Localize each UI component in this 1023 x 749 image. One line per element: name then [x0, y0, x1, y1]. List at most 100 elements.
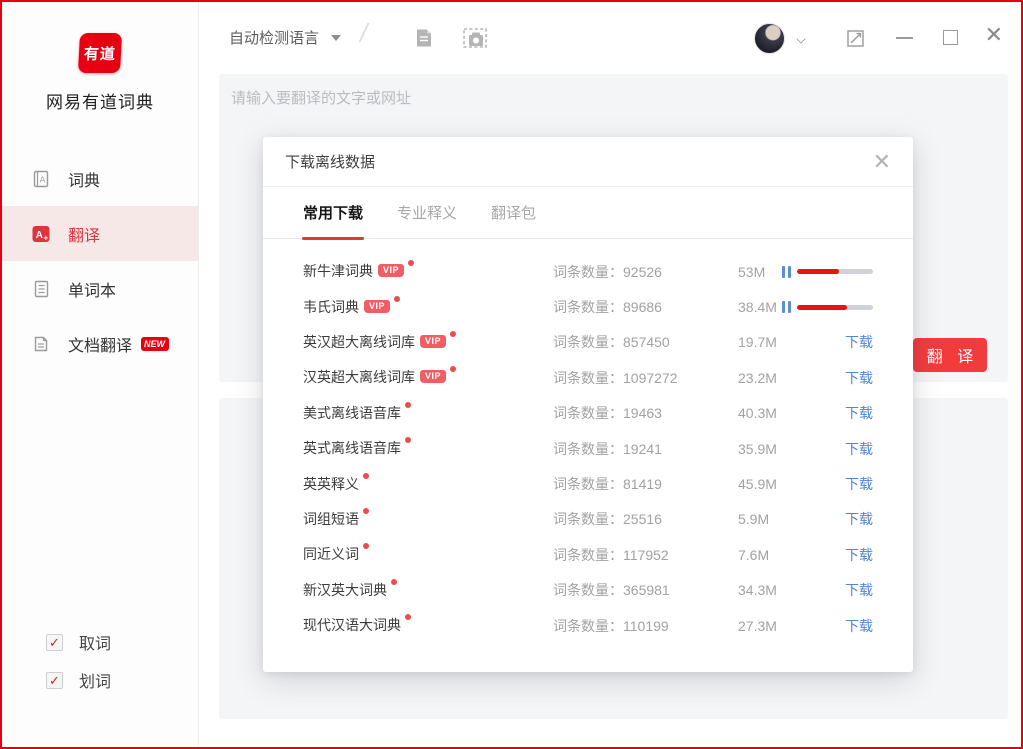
document-icon [412, 26, 436, 50]
translate-icon: A + [31, 224, 51, 244]
sidebar: 有道 网易有道词典 A 词典 A + 翻译 [2, 2, 199, 747]
item-size: 53M [738, 264, 782, 280]
item-name: 美式离线语音库 [303, 404, 401, 423]
sidebar-item-label: 翻译 [68, 222, 100, 246]
vip-badge: VIP [420, 335, 446, 348]
sidebar-item-label: 词典 [68, 167, 100, 191]
notification-dot [391, 579, 397, 585]
tab-translation-packages[interactable]: 翻译包 [491, 202, 536, 238]
sidebar-item-dictionary[interactable]: A 词典 [2, 151, 198, 206]
count-label: 词条数量： [553, 618, 623, 634]
item-size: 23.2M [738, 370, 845, 386]
list-item: 英汉超大离线词库 VIP 词条数量：857450 19.7M 下载 [303, 325, 873, 360]
count-label: 词条数量： [553, 370, 623, 386]
notification-dot [363, 543, 369, 549]
notification-dot [405, 402, 411, 408]
dialog-title: 下载离线数据 [285, 151, 375, 172]
count-value: 365981 [623, 582, 670, 598]
item-name: 韦氏词典 [303, 298, 359, 317]
language-selector[interactable]: 自动检测语言 [229, 27, 341, 48]
count-value: 857450 [623, 334, 670, 350]
sidebar-menu: A 词典 A + 翻译 单词本 [2, 151, 198, 371]
wordbook-icon [31, 279, 51, 299]
item-name: 新牛津词典 [303, 262, 373, 281]
dialog-close-icon[interactable]: ✕ [873, 151, 891, 173]
item-name: 新汉英大词典 [303, 581, 387, 600]
pause-icon[interactable] [782, 301, 791, 313]
item-size: 34.3M [738, 582, 845, 598]
item-name: 英英释义 [303, 475, 359, 494]
count-label: 词条数量： [553, 441, 623, 457]
pause-icon[interactable] [782, 266, 791, 278]
tab-professional-definitions[interactable]: 专业释义 [397, 202, 457, 238]
notification-dot [405, 437, 411, 443]
count-value: 81419 [623, 476, 662, 492]
word-select-checkbox[interactable]: ✓ [46, 672, 63, 689]
word-capture-checkbox[interactable]: ✓ [46, 634, 63, 651]
download-link[interactable]: 下载 [845, 580, 873, 600]
app-logo: 有道 [78, 33, 122, 73]
sidebar-item-wordbook[interactable]: 单词本 [2, 261, 198, 316]
download-link[interactable]: 下载 [845, 368, 873, 388]
dialog-header: 下载离线数据 ✕ [263, 137, 913, 187]
screenshot-icon [462, 26, 488, 50]
download-link[interactable]: 下载 [845, 474, 873, 494]
item-name: 英汉超大离线词库 [303, 333, 415, 352]
progress-bar [797, 269, 873, 274]
user-avatar[interactable] [754, 23, 785, 54]
svg-text:+: + [43, 233, 48, 242]
item-size: 19.7M [738, 334, 845, 350]
translate-button[interactable]: 翻 译 [913, 338, 987, 372]
vip-badge: VIP [420, 370, 446, 383]
download-offline-data-dialog: 下载离线数据 ✕ 常用下载 专业释义 翻译包 新牛津词典 VIP 词条数量：92… [263, 137, 913, 672]
item-size: 5.9M [738, 511, 845, 527]
document-translate-button[interactable] [412, 26, 436, 50]
download-link[interactable]: 下载 [845, 616, 873, 636]
tab-common-downloads[interactable]: 常用下载 [303, 202, 363, 238]
input-placeholder: 请输入要翻译的文字或网址 [219, 74, 1008, 108]
detach-window-button[interactable] [846, 29, 865, 48]
count-label: 词条数量： [553, 299, 623, 315]
avatar-chevron-icon[interactable] [796, 34, 805, 43]
count-label: 词条数量： [553, 264, 623, 280]
toggle-label: 取词 [79, 630, 111, 654]
sidebar-item-label: 文档翻译 [68, 332, 132, 356]
progress-bar [797, 305, 873, 310]
item-size: 35.9M [738, 441, 845, 457]
item-size: 7.6M [738, 547, 845, 563]
list-item: 新牛津词典 VIP 词条数量：92526 53M [303, 254, 873, 289]
count-value: 19463 [623, 405, 662, 421]
screenshot-button[interactable] [462, 26, 488, 50]
item-size: 38.4M [738, 299, 782, 315]
download-link[interactable]: 下载 [845, 509, 873, 529]
list-item: 美式离线语音库 词条数量：19463 40.3M 下载 [303, 396, 873, 431]
item-size: 45.9M [738, 476, 845, 492]
count-label: 词条数量： [553, 334, 623, 350]
item-size: 40.3M [738, 405, 845, 421]
item-name: 汉英超大离线词库 [303, 368, 415, 387]
download-link[interactable]: 下载 [845, 545, 873, 565]
topbar: 自动检测语言 / ✕ [200, 2, 1021, 75]
expand-icon [846, 29, 865, 48]
download-link[interactable]: 下载 [845, 332, 873, 352]
minimize-button[interactable] [896, 37, 913, 39]
maximize-button[interactable] [943, 30, 958, 45]
sidebar-item-label: 单词本 [68, 277, 116, 301]
close-window-button[interactable]: ✕ [985, 24, 1003, 46]
list-item: 韦氏词典 VIP 词条数量：89686 38.4M [303, 289, 873, 324]
item-name: 现代汉语大词典 [303, 616, 401, 635]
notification-dot [363, 473, 369, 479]
sidebar-item-translate[interactable]: A + 翻译 [2, 206, 198, 261]
count-label: 词条数量： [553, 547, 623, 563]
download-list: 新牛津词典 VIP 词条数量：92526 53M 韦氏词典 VIP 词条数量：8… [263, 239, 913, 643]
count-label: 词条数量： [553, 476, 623, 492]
download-link[interactable]: 下载 [845, 403, 873, 423]
download-link[interactable]: 下载 [845, 439, 873, 459]
sidebar-toggles: ✓ 取词 ✓ 划词 [2, 623, 198, 699]
count-label: 词条数量： [553, 511, 623, 527]
sidebar-item-document-translate[interactable]: 文档翻译 NEW [2, 316, 198, 371]
dictionary-icon: A [31, 169, 51, 189]
notification-dot [450, 366, 456, 372]
dialog-tabs: 常用下载 专业释义 翻译包 [263, 187, 913, 239]
item-size: 27.3M [738, 618, 845, 634]
